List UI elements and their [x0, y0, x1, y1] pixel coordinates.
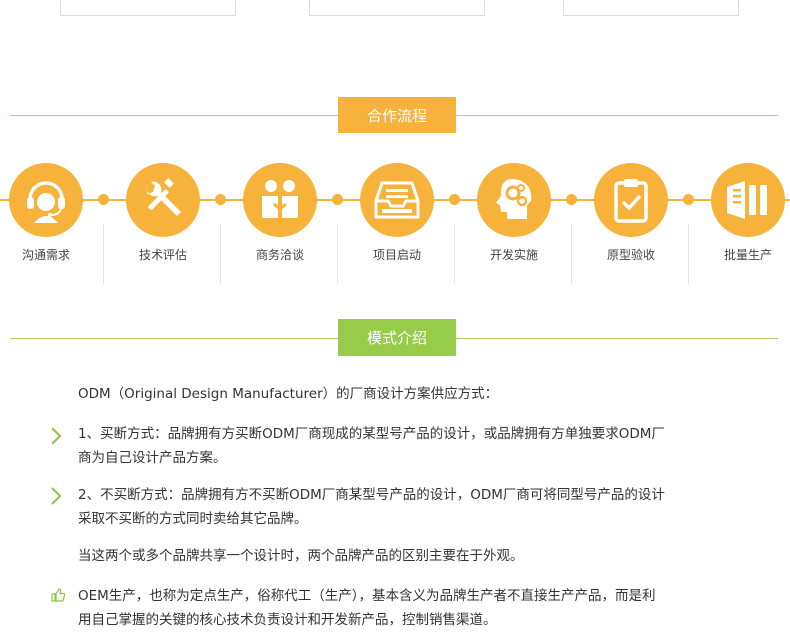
buyout-line-2: 商为自己设计产品方案。: [78, 450, 227, 466]
chevron-right-icon: [51, 487, 62, 505]
step-label: 项目启动: [372, 248, 421, 262]
non-buyout-line-2: 采取不买断的方式同时卖给其它品牌。: [78, 511, 308, 527]
label-separator: [454, 224, 455, 284]
non-buyout-line-1: 2、不买断方式：品牌拥有方不买断ODM厂商某型号产品的设计，ODM厂商可将同型号…: [78, 487, 665, 503]
section-divider-left: [10, 115, 338, 116]
thumbs-up-icon: [51, 588, 65, 602]
timeline-dot: [332, 194, 343, 205]
timeline-dot: [566, 194, 577, 205]
head-gears-icon: [496, 179, 532, 219]
step-label: 批量生产: [723, 248, 772, 262]
handshake-people-icon: [262, 180, 298, 218]
section-divider-left: [10, 338, 338, 339]
document-stack-icon: [727, 181, 767, 219]
wrench-screwdriver-icon: [146, 178, 181, 216]
step-label: 开发实施: [489, 248, 538, 262]
timeline-dot: [449, 194, 460, 205]
step-label: 商务洽谈: [255, 248, 304, 262]
shared-design-note: 当这两个或多个品牌共享一个设计时，两个品牌产品的区别主要在于外观。: [78, 548, 524, 564]
label-separator: [571, 224, 572, 284]
label-separator: [337, 224, 338, 284]
step-tech-evaluation[interactable]: [126, 163, 200, 237]
step-mass-production[interactable]: [711, 163, 785, 237]
mode-section-title: 模式介绍: [338, 319, 456, 356]
label-separator: [688, 224, 689, 284]
clipboard-check-icon: [614, 179, 648, 223]
top-card-2: [309, 0, 485, 16]
step-business-negotiation[interactable]: [243, 163, 317, 237]
chevron-right-icon: [51, 427, 62, 445]
buyout-line-1: 1、买断方式：品牌拥有方买断ODM厂商现成的某型号产品的设计，或品牌拥有方单独要…: [78, 426, 665, 442]
headset-agent-icon: [27, 181, 65, 223]
process-section-title: 合作流程: [338, 97, 456, 133]
top-card-3: [563, 0, 739, 16]
step-label: 原型验收: [606, 248, 655, 262]
label-separator: [103, 224, 104, 284]
timeline-dot: [98, 194, 109, 205]
step-prototype-acceptance[interactable]: [594, 163, 668, 237]
timeline-dot: [683, 194, 694, 205]
odm-intro: ODM（Original Design Manufacturer）的厂商设计方案…: [78, 386, 499, 402]
step-project-start[interactable]: [360, 163, 434, 237]
label-separator: [220, 224, 221, 284]
step-label: 沟通需求: [21, 248, 70, 262]
inbox-tray-icon: [374, 181, 420, 219]
oem-line-2: 用自己掌握的关键的核心技术负责设计和开发新产品，控制销售渠道。: [78, 612, 497, 628]
oem-line-1: OEM生产，也称为定点生产，俗称代工（生产），基本含义为品牌生产者不直接生产产品…: [78, 588, 656, 604]
top-card-1: [60, 0, 236, 16]
section-divider-right: [456, 115, 778, 116]
section-divider-right: [456, 338, 778, 339]
step-development[interactable]: [477, 163, 551, 237]
timeline-dot: [215, 194, 226, 205]
step-communicate[interactable]: [9, 163, 83, 237]
step-label: 技术评估: [138, 248, 187, 262]
